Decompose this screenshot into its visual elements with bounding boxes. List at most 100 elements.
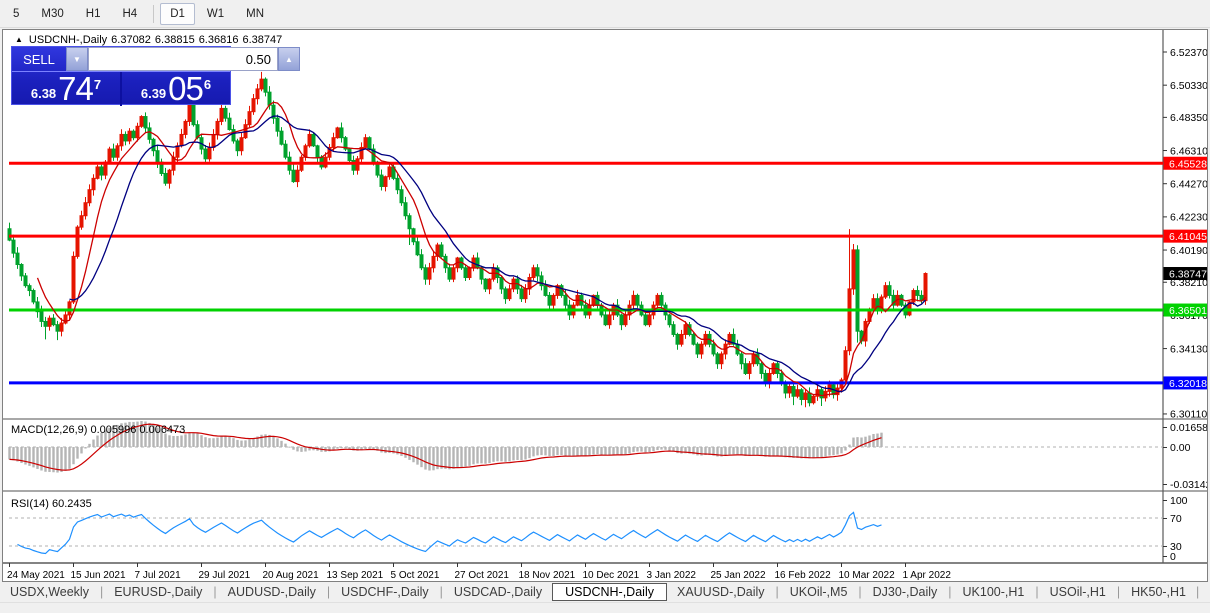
svg-text:10 Dec 2021: 10 Dec 2021 — [583, 570, 640, 581]
tab-separator: | — [327, 585, 330, 599]
svg-text:6.50330: 6.50330 — [1170, 80, 1207, 92]
svg-text:6.42230: 6.42230 — [1170, 212, 1207, 224]
svg-text:6.41045: 6.41045 — [1169, 231, 1207, 243]
svg-text:6.52370: 6.52370 — [1170, 47, 1207, 59]
symbol-tab-xauusd-daily[interactable]: XAUUSD-,Daily — [667, 583, 775, 601]
collapse-panel-icon[interactable]: ▲ — [15, 35, 23, 44]
timeframe-button-M30[interactable]: M30 — [31, 3, 73, 25]
tab-separator: | — [213, 585, 216, 599]
symbol-tab-uk100-h1[interactable]: UK100-,H1 — [953, 583, 1035, 601]
svg-text:1 Apr 2022: 1 Apr 2022 — [903, 570, 952, 581]
svg-text:6.32018: 6.32018 — [1169, 378, 1207, 390]
chart-window: 6.52370 6.50330 6.48350 6.46310 6.44270 6.422… — [2, 29, 1208, 582]
svg-text:6.34130: 6.34130 — [1170, 343, 1207, 355]
svg-text:0.00: 0.00 — [1170, 442, 1191, 454]
ohlc-close: 6.38747 — [242, 34, 282, 46]
svg-text:6.40190: 6.40190 — [1170, 245, 1207, 257]
svg-text:29 Jul 2021: 29 Jul 2021 — [199, 570, 251, 581]
svg-text:6.48350: 6.48350 — [1170, 112, 1207, 124]
tab-separator: | — [858, 585, 861, 599]
sell-price-display: 6.38 74 7 — [12, 72, 122, 106]
timeframe-button-W1[interactable]: W1 — [197, 3, 234, 25]
symbol-tab-ukoil-m5[interactable]: UKOil-,M5 — [780, 583, 858, 601]
rsi-line — [18, 512, 882, 553]
svg-text:25 Jan 2022: 25 Jan 2022 — [711, 570, 766, 581]
symbol-tab-dj30-daily[interactable]: DJ30-,Daily — [863, 583, 948, 601]
symbol-tab-usdcnh-daily[interactable]: USDCNH-,Daily — [552, 583, 667, 601]
tab-separator: | — [100, 585, 103, 599]
chart-symbol-label: USDCNH-,Daily — [29, 34, 107, 46]
timeframe-button-H1[interactable]: H1 — [76, 3, 111, 25]
tab-separator: | — [1117, 585, 1120, 599]
volume-stepper: ▼ ▲ — [66, 47, 300, 71]
ma-slow-line — [70, 116, 926, 392]
svg-text:24 May 2021: 24 May 2021 — [7, 570, 65, 581]
svg-text:10 Mar 2022: 10 Mar 2022 — [839, 570, 896, 581]
svg-text:0: 0 — [1170, 551, 1176, 563]
svg-text:13 Sep 2021: 13 Sep 2021 — [327, 570, 384, 581]
buy-price-display: 6.39 05 6 — [122, 72, 230, 106]
svg-text:6.30110: 6.30110 — [1170, 409, 1207, 421]
svg-text:5 Oct 2021: 5 Oct 2021 — [391, 570, 440, 581]
svg-text:-0.031421: -0.031421 — [1170, 479, 1207, 491]
rsi-label: RSI(14) 60.2435 — [11, 498, 92, 510]
svg-text:100: 100 — [1170, 495, 1188, 507]
symbol-tab-eurusd-daily[interactable]: EURUSD-,Daily — [104, 583, 212, 601]
timeframe-button-D1[interactable]: D1 — [160, 3, 195, 25]
sell-price-prefix: 6.38 — [31, 84, 56, 104]
trading-terminal: 5M30H1H4 D1W1MN 6.52370 6.50330 6.48350 6.46… — [0, 0, 1210, 613]
symbol-tab-usdchf-daily[interactable]: USDCHF-,Daily — [331, 583, 439, 601]
ohlc-low: 6.36816 — [199, 34, 239, 46]
svg-text:6.38747: 6.38747 — [1169, 269, 1207, 281]
buy-price-big: 05 — [168, 74, 203, 104]
symbol-tab-usdx-weekly[interactable]: USDX,Weekly — [0, 583, 99, 601]
svg-text:15 Jun 2021: 15 Jun 2021 — [71, 570, 126, 581]
toolbar-separator — [153, 5, 154, 23]
svg-text:3 Jan 2022: 3 Jan 2022 — [647, 570, 697, 581]
symbol-tab-usdcad-daily[interactable]: USDCAD-,Daily — [444, 583, 552, 601]
ohlc-high: 6.38815 — [155, 34, 195, 46]
svg-text:27 Oct 2021: 27 Oct 2021 — [455, 570, 510, 581]
svg-text:0.016586: 0.016586 — [1170, 422, 1207, 434]
buy-button[interactable]: BUY — [300, 47, 352, 71]
timeframe-button-MN[interactable]: MN — [236, 3, 274, 25]
svg-text:18 Nov 2021: 18 Nov 2021 — [519, 570, 576, 581]
symbol-tab-bar: USDX,Weekly|EURUSD-,Daily|AUDUSD-,Daily|… — [0, 582, 1210, 602]
svg-text:20 Aug 2021: 20 Aug 2021 — [263, 570, 320, 581]
tab-separator: | — [1196, 585, 1199, 599]
svg-text:6.46310: 6.46310 — [1170, 145, 1207, 157]
svg-text:16 Feb 2022: 16 Feb 2022 — [775, 570, 832, 581]
price-chart-canvas[interactable]: 6.52370 6.50330 6.48350 6.46310 6.44270 6.422… — [3, 30, 1207, 581]
symbol-tab-audusd-daily[interactable]: AUDUSD-,Daily — [218, 583, 326, 601]
tab-separator: | — [1035, 585, 1038, 599]
svg-text:6.45528: 6.45528 — [1169, 158, 1207, 170]
macd-label: MACD(12,26,9) 0.005996 0.006473 — [11, 424, 185, 436]
sell-price-sup: 7 — [94, 77, 101, 92]
status-strip — [0, 602, 1210, 613]
tab-separator: | — [948, 585, 951, 599]
one-click-trading-panel: SELL ▼ ▲ BUY 6.38 74 7 6.39 05 6 — [11, 46, 231, 105]
sell-button[interactable]: SELL — [12, 47, 66, 71]
symbol-tab-hk50-h1[interactable]: HK50-,H1 — [1121, 583, 1196, 601]
timeframe-button-H4[interactable]: H4 — [112, 3, 147, 25]
buy-price-prefix: 6.39 — [141, 84, 166, 104]
tab-separator: | — [440, 585, 443, 599]
svg-text:6.36501: 6.36501 — [1169, 305, 1207, 317]
ohlc-open: 6.37082 — [111, 34, 151, 46]
buy-price-sup: 6 — [204, 77, 211, 92]
sell-price-big: 74 — [58, 74, 93, 104]
timeframe-button-5[interactable]: 5 — [3, 3, 29, 25]
volume-increase-button[interactable]: ▲ — [278, 47, 300, 71]
volume-decrease-button[interactable]: ▼ — [66, 47, 88, 71]
date-axis[interactable]: 24 May 2021 15 Jun 2021 7 Jul 2021 29 Jul 2… — [7, 563, 951, 581]
timeframe-toolbar: 5M30H1H4 D1W1MN — [0, 0, 1210, 28]
level-lines[interactable] — [9, 163, 1163, 383]
symbol-tab-usoil-h1[interactable]: USOil-,H1 — [1040, 583, 1116, 601]
tab-separator: | — [776, 585, 779, 599]
svg-text:7 Jul 2021: 7 Jul 2021 — [135, 570, 182, 581]
chart-ohlc-header: ▲ USDCNH-,Daily 6.37082 6.38815 6.368166.387… — [15, 34, 286, 46]
svg-text:6.44270: 6.44270 — [1170, 179, 1207, 191]
candles — [8, 72, 927, 407]
volume-input[interactable] — [88, 47, 278, 71]
svg-text:70: 70 — [1170, 513, 1182, 525]
